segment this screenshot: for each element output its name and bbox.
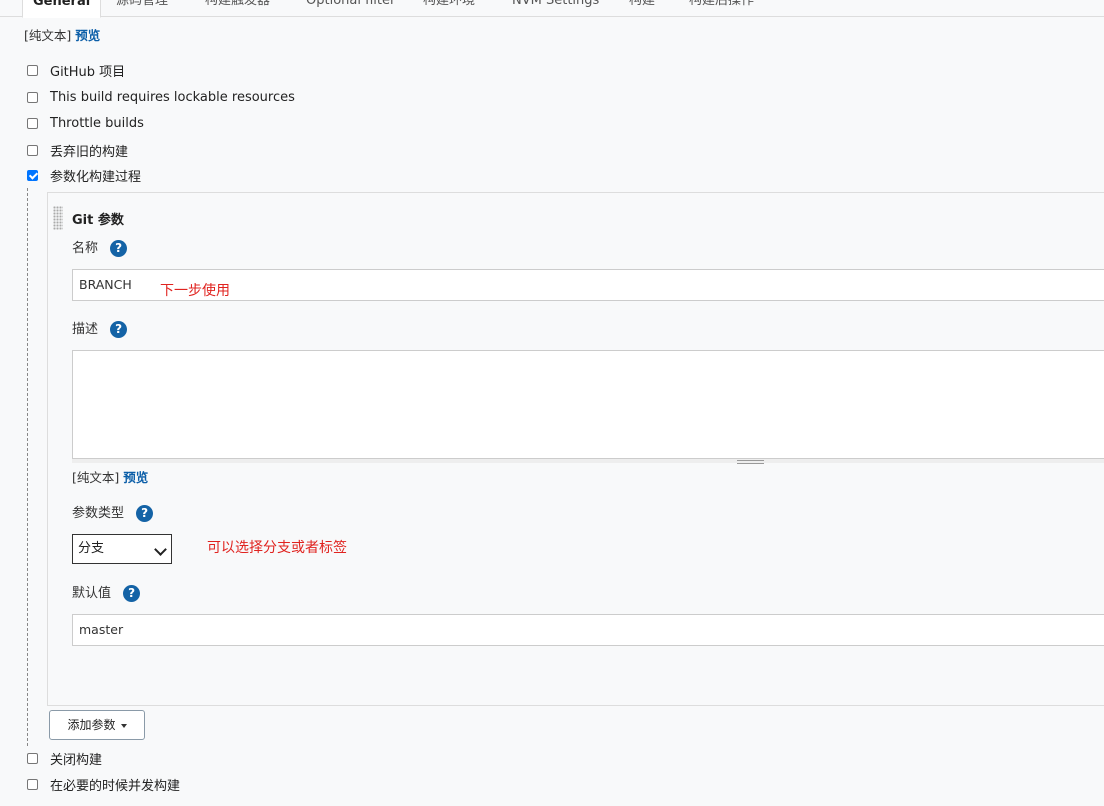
add-parameter-label: 添加参数: [67, 718, 116, 732]
plain-text-link[interactable]: [纯文本]: [24, 28, 71, 43]
help-icon[interactable]: ?: [136, 505, 154, 522]
tab-post-build[interactable]: 构建后操作: [689, 0, 754, 16]
help-icon[interactable]: ?: [110, 321, 128, 338]
desc-format-links: [纯文本] 预览: [72, 467, 148, 486]
add-parameter-button[interactable]: 添加参数: [49, 710, 145, 740]
config-tabs: General 源码管理 构建触发器 Optional filter 构建环境 …: [0, 0, 1104, 18]
option-github-project[interactable]: GitHub 项目: [27, 61, 126, 80]
default-value-label: 默认值: [72, 586, 112, 601]
preview-link[interactable]: 预览: [123, 470, 148, 485]
drag-handle-icon[interactable]: [53, 206, 63, 230]
option-throttle-builds[interactable]: Throttle builds: [27, 114, 144, 132]
desc-label-row: 描述 ?: [72, 318, 128, 338]
checkbox[interactable]: [27, 144, 38, 156]
chevron-down-icon: [154, 543, 167, 556]
tab-optional-filter[interactable]: Optional filter: [306, 0, 395, 16]
type-annotation: 可以选择分支或者标签: [207, 540, 347, 556]
option-disable-build[interactable]: 关闭构建: [27, 749, 103, 768]
help-icon[interactable]: ?: [123, 585, 141, 602]
tab-triggers[interactable]: 构建触发器: [205, 0, 270, 16]
option-lockable-resources[interactable]: This build requires lockable resources: [27, 88, 295, 106]
option-label: 参数化构建过程: [50, 169, 142, 185]
plain-text-link[interactable]: [纯文本]: [72, 470, 119, 485]
checkbox[interactable]: [27, 117, 38, 129]
description-textarea[interactable]: [72, 350, 1104, 462]
tab-scm[interactable]: 源码管理: [116, 0, 168, 16]
checkbox[interactable]: [27, 752, 38, 764]
preview-link[interactable]: 预览: [75, 28, 100, 43]
tab-build[interactable]: 构建: [629, 0, 655, 16]
checkbox-checked[interactable]: [27, 169, 38, 181]
description-label: 描述: [72, 322, 99, 337]
param-type-label: 参数类型: [72, 506, 125, 521]
default-value: master: [79, 622, 124, 637]
option-label: GitHub 项目: [50, 64, 126, 80]
tab-general[interactable]: General: [22, 0, 102, 18]
option-label: 丢弃旧的构建: [50, 144, 129, 160]
checkbox[interactable]: [27, 64, 38, 76]
help-icon[interactable]: ?: [110, 240, 128, 257]
option-label: Throttle builds: [50, 115, 144, 131]
name-input-value: BRANCH: [79, 277, 132, 292]
type-label-row: 参数类型 ?: [72, 502, 154, 522]
caret-down-icon: [120, 723, 127, 728]
checkbox[interactable]: [27, 778, 38, 790]
option-discard-old-builds[interactable]: 丢弃旧的构建: [27, 141, 129, 160]
param-type-value: 分支: [78, 541, 105, 556]
name-label: 名称: [72, 241, 99, 256]
checkbox[interactable]: [27, 91, 38, 103]
resize-grip-icon[interactable]: [737, 460, 764, 464]
param-title: Git 参数: [72, 213, 124, 228]
tab-nvm-settings[interactable]: NVM Settings: [512, 0, 599, 16]
default-value-input[interactable]: master: [72, 614, 1104, 646]
option-label: 关闭构建: [50, 752, 103, 768]
param-type-select[interactable]: 分支: [72, 534, 172, 564]
section-guide-line: [27, 188, 28, 746]
option-label: 在必要的时候并发构建: [50, 778, 181, 794]
option-parameterized-build[interactable]: 参数化构建过程: [27, 166, 142, 185]
description-format-links: [纯文本] 预览: [24, 25, 100, 44]
name-annotation: 下一步使用: [160, 283, 230, 299]
option-concurrent-build[interactable]: 在必要的时候并发构建: [27, 775, 181, 794]
name-label-row: 名称 ?: [72, 237, 128, 257]
textarea-resize-bar[interactable]: [72, 458, 1104, 463]
tab-build-env[interactable]: 构建环境: [423, 0, 475, 16]
option-label: This build requires lockable resources: [50, 89, 295, 105]
default-label-row: 默认值 ?: [72, 582, 141, 602]
